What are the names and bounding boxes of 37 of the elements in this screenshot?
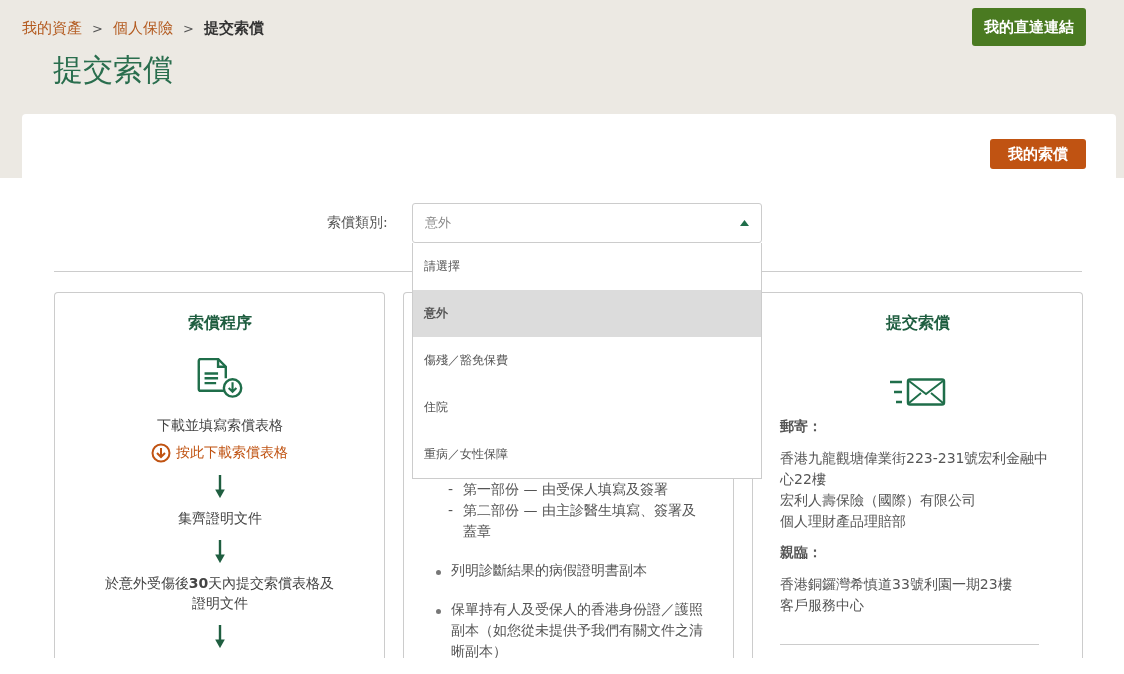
bullet-icon — [436, 570, 441, 575]
address-line: 個人理財產品理賠部 — [780, 512, 907, 531]
breadcrumb-separator: > — [182, 21, 194, 36]
dropdown-option[interactable]: 意外 — [412, 290, 761, 337]
breadcrumb-link[interactable]: 個人保險 — [112, 19, 173, 38]
document-item: 保單持有人及受保人的香港身份證／護照副本（如您從未提供予我們有關文件之清晰副本） — [428, 599, 709, 658]
address-line: 香港銅鑼灣希慎道33號利園一期23樓 — [780, 575, 1013, 594]
envelope-icon — [889, 378, 946, 406]
my-claims-button[interactable]: 我的索償 — [990, 139, 1086, 169]
claim-type-label: 索償類別: — [327, 214, 388, 232]
down-arrow-icon — [214, 474, 225, 498]
step-text: 集齊證明文件 — [177, 508, 262, 528]
document-item: - 第一部份 — 由受保人填寫及簽署 — [447, 480, 669, 499]
download-form-link[interactable]: 按此下載索償表格 — [151, 442, 288, 463]
section-heading: 親臨： — [780, 544, 823, 562]
card-title: 提交索償 — [885, 313, 950, 334]
quick-links-button[interactable]: 我的直達連結 — [972, 8, 1086, 46]
current-page-label: 提交索償 — [203, 19, 264, 38]
breadcrumb-link[interactable]: 我的資產 — [22, 19, 82, 38]
step-text: 於意外受傷後30天內提交索償表格及證明文件 — [103, 573, 336, 613]
document-item: 列明診斷結果的病假證明書副本 — [428, 560, 709, 581]
down-arrow-icon — [214, 539, 225, 563]
claim-type-select[interactable]: 意外 — [411, 203, 762, 243]
document-item: - 第二部份 — 由主診醫生填寫、簽署及蓋章 — [447, 501, 697, 541]
caret-icon — [739, 220, 749, 226]
step-text: 下載並填寫索償表格 — [156, 415, 283, 435]
document-download-icon — [195, 358, 244, 399]
address-line: 宏利人壽保險（國際）有限公司 — [780, 491, 977, 510]
card-title: 索償程序 — [187, 313, 252, 334]
address-line: 客戶服務中心 — [780, 596, 865, 615]
down-arrow-icon — [214, 624, 225, 648]
download-icon — [151, 442, 171, 463]
address-line: 香港九龍觀塘偉業街223-231號宏利金融中心22樓 — [780, 449, 1050, 489]
section-heading: 郵寄： — [780, 418, 823, 436]
breadcrumb-separator: > — [92, 21, 103, 36]
bullet-icon — [436, 609, 441, 614]
page-title: 提交索償 — [53, 51, 174, 89]
